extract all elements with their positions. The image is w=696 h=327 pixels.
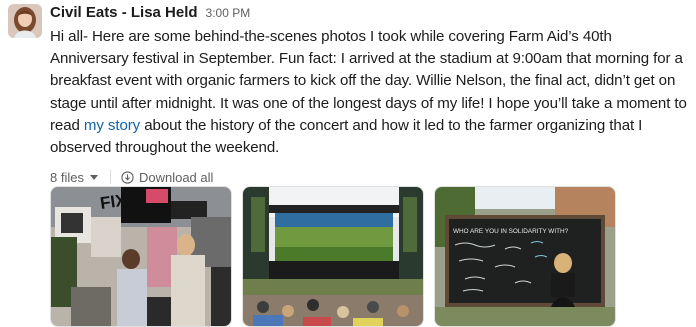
image-attachments: FIX d WHO ARE YOU IN SOLIDARITY WITH? (50, 186, 616, 327)
caret-down-icon (89, 174, 98, 180)
image-attachment-3[interactable]: WHO ARE YOU IN SOLIDARITY WITH? (434, 186, 616, 327)
message-header: Civil Eats - Lisa Held 3:00 PM (50, 0, 688, 24)
download-icon (121, 171, 134, 184)
message-text: Hi all- Here are some behind-the-scenes … (50, 26, 690, 159)
message-content: Civil Eats - Lisa Held 3:00 PM Hi all- H… (50, 0, 688, 187)
download-all-label: Download all (138, 169, 214, 185)
message: Civil Eats - Lisa Held 3:00 PM Hi all- H… (0, 0, 696, 327)
timestamp[interactable]: 3:00 PM (206, 6, 251, 20)
image-attachment-2[interactable] (242, 186, 424, 327)
chalkboard-text: WHO ARE YOU IN SOLIDARITY WITH? (453, 228, 569, 235)
sender-name[interactable]: Civil Eats - Lisa Held (50, 4, 198, 21)
image-attachment-1[interactable]: FIX d (50, 186, 232, 327)
files-toggle-button[interactable]: 8 files (50, 170, 98, 185)
avatar[interactable] (8, 4, 42, 38)
download-all-button[interactable]: Download all (121, 170, 213, 185)
story-link[interactable]: my story (84, 117, 140, 134)
files-count: 8 files (50, 169, 84, 185)
divider (109, 170, 111, 185)
files-bar: 8 files Download all (50, 167, 688, 187)
